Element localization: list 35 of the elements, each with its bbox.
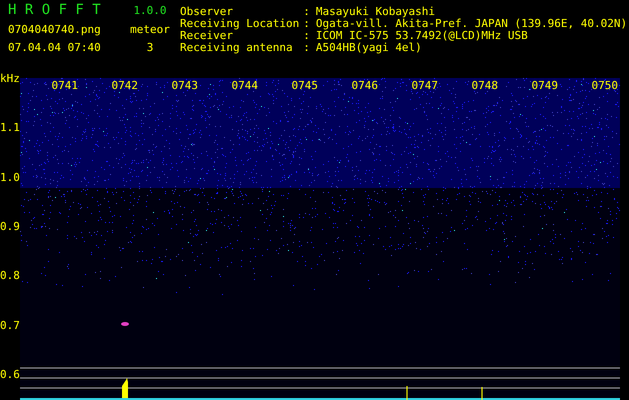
info-value: Ogata-vill. Akita-Pref. JAPAN (139.96E, 40.02N) — [316, 18, 628, 30]
frequency-label: 1.1 — [0, 122, 20, 134]
time-label: 0746 — [350, 80, 379, 92]
meteor-count: 3 — [146, 42, 154, 54]
time-label: 0742 — [110, 80, 139, 92]
time-label: 0748 — [470, 80, 499, 92]
info-separator: : — [302, 18, 311, 30]
time-label: 0744 — [230, 80, 259, 92]
timestamp: 07.04.04 07:40 — [8, 42, 102, 54]
time-label: 0743 — [170, 80, 199, 92]
info-separator: : — [302, 6, 311, 18]
unit-label: kHz — [0, 72, 20, 87]
meteor-label: meteor — [129, 24, 171, 36]
frequency-label: 0.7 — [0, 320, 20, 332]
time-label: 0750 — [590, 80, 619, 92]
info-value: A504HB(yagi 4el) — [316, 42, 423, 54]
info-label: Receiving Location — [180, 18, 300, 30]
time-label: 0741 — [50, 80, 79, 92]
time-label: 0747 — [410, 80, 439, 92]
version-number: 1.0.0 — [132, 3, 168, 18]
time-label: 0749 — [530, 80, 559, 92]
frequency-label: 1.0 — [0, 172, 20, 184]
info-label: Receiver — [180, 30, 233, 42]
info-separator: : — [302, 30, 311, 42]
file-name: 0704040740.png — [8, 24, 102, 36]
app-title: H R O F F T — [8, 2, 102, 18]
info-label: Receiving antenna — [180, 42, 294, 54]
info-value: ICOM IC-575 53.7492(@LCD)MHz USB — [316, 30, 529, 42]
info-separator: : — [302, 42, 311, 54]
frequency-label: 0.6 — [0, 369, 20, 382]
info-value: Masayuki Kobayashi — [316, 6, 436, 18]
time-label: 0745 — [290, 80, 319, 92]
frequency-label: 0.8 — [0, 270, 20, 282]
frequency-label: 0.9 — [0, 221, 20, 234]
info-label: Observer — [180, 6, 234, 18]
